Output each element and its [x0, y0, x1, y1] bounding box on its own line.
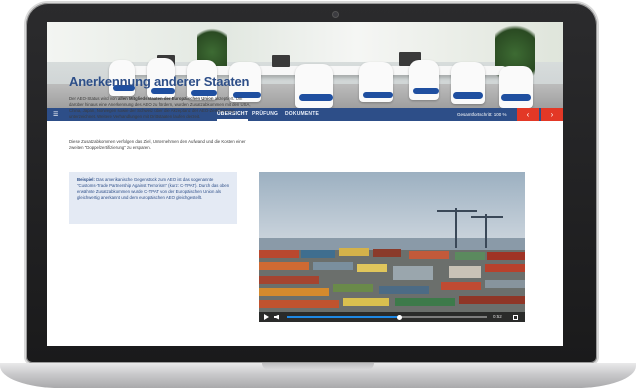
crane-icon [455, 208, 457, 248]
chair-icon [499, 66, 533, 108]
video-progress-fill [287, 316, 399, 318]
paragraph-1-bold: allen Mitgliedsstaaten der Europäischen … [117, 96, 214, 101]
container [441, 282, 481, 290]
video-player[interactable]: 0:52 [259, 172, 525, 322]
camera-icon [332, 11, 339, 18]
video-progress-bar[interactable] [287, 314, 487, 320]
crane-arm [437, 210, 477, 212]
prev-button[interactable]: ‹ [517, 108, 539, 121]
paragraph-2: Diese Zusatzabkommen verfolgen das Ziel,… [69, 139, 246, 150]
chair-seat [453, 92, 483, 99]
chair-icon [409, 60, 439, 100]
container [379, 286, 429, 294]
container [259, 262, 309, 270]
next-button[interactable]: › [541, 108, 563, 121]
chevron-left-icon: ‹ [526, 110, 530, 119]
menu-icon[interactable]: ☰ [53, 111, 58, 118]
tab-documents[interactable]: DOKUMENTE [285, 108, 319, 121]
chair-seat [363, 92, 393, 98]
screen: ☰ ÜBERSICHT PRÜFUNG DOKUMENTE Gesamtfort… [47, 22, 563, 346]
container [259, 288, 329, 296]
play-icon[interactable] [264, 314, 269, 320]
fullscreen-icon[interactable] [513, 314, 518, 320]
container [487, 252, 525, 260]
paragraph-1: Der AEO-Status wird von allen Mitgliedss… [69, 96, 257, 120]
monitor-icon [272, 55, 290, 67]
container [455, 252, 485, 260]
container [339, 248, 369, 256]
chair-seat [501, 94, 531, 101]
hero-window [47, 22, 563, 62]
chair-icon [295, 64, 333, 108]
example-label: Beispiel: [77, 177, 95, 182]
container [259, 276, 319, 284]
paragraph-1-text: Der AEO-Status wird von [69, 96, 118, 101]
container [449, 266, 481, 278]
example-text: Das amerikanische Gegenstück zum AEO ist… [77, 177, 230, 200]
container [259, 250, 299, 258]
container [259, 300, 339, 308]
laptop-notch [262, 363, 374, 370]
chair-seat [413, 88, 439, 94]
container [333, 284, 373, 292]
container [393, 266, 433, 280]
container [313, 262, 353, 270]
volume-icon[interactable] [274, 314, 279, 320]
container [357, 264, 387, 272]
video-progress-knob[interactable] [396, 314, 402, 320]
crane-arm [471, 216, 503, 218]
container [395, 298, 455, 306]
container [459, 296, 525, 304]
chevron-right-icon: › [550, 110, 554, 119]
page-title: Anerkennung anderer Staaten [69, 74, 250, 89]
progress-label: Gesamtfortschritt: 100 % [457, 112, 507, 117]
container [485, 264, 525, 272]
container [301, 250, 335, 258]
video-controls: 0:52 [259, 312, 525, 322]
container [485, 280, 525, 288]
video-time: 0:52 [493, 314, 502, 319]
chair-seat [299, 94, 333, 101]
example-box: Beispiel: Das amerikanische Gegenstück z… [69, 172, 237, 224]
container [343, 298, 389, 306]
laptop-base [0, 363, 636, 388]
container [409, 251, 449, 259]
crane-icon [485, 214, 487, 248]
container [373, 249, 401, 257]
